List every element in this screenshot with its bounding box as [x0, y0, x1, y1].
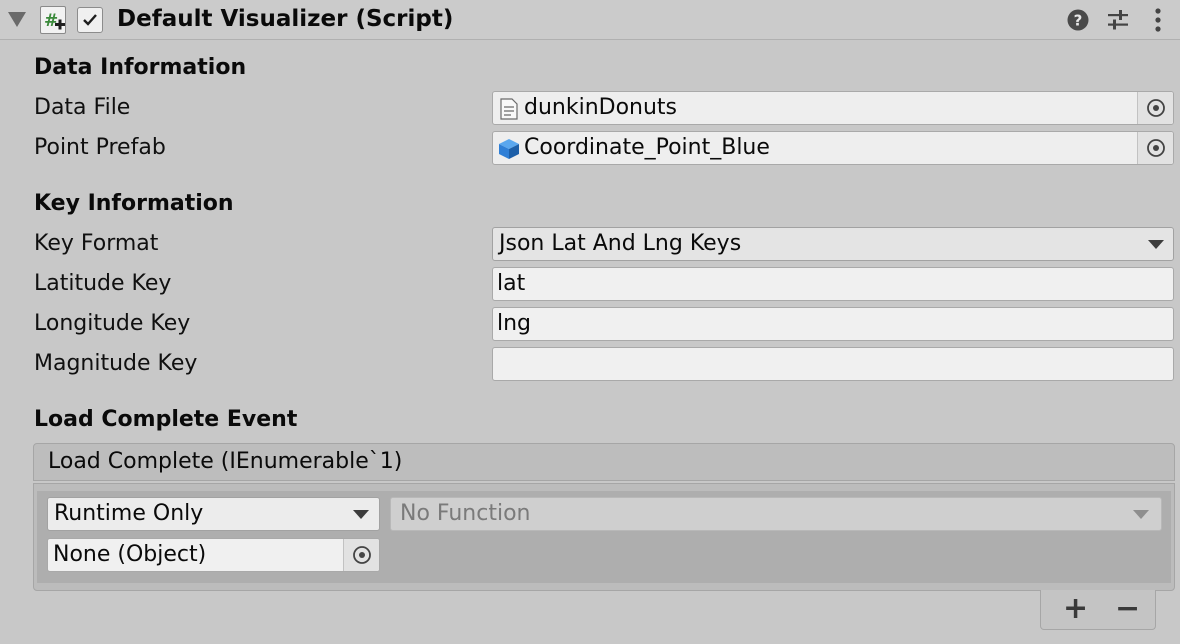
point-prefab-value: Coordinate_Point_Blue	[524, 135, 770, 160]
runtime-mode-value: Runtime Only	[54, 501, 204, 526]
function-dropdown[interactable]: No Function	[390, 497, 1162, 531]
key-format-dropdown[interactable]: Json Lat And Lng Keys	[492, 227, 1174, 261]
component-enabled-checkbox[interactable]	[77, 7, 103, 33]
key-information-heading: Key Information	[34, 191, 234, 216]
component-title: Default Visualizer (Script)	[117, 6, 454, 32]
target-object-field[interactable]: None (Object)	[47, 538, 380, 572]
presets-sliders-icon[interactable]	[1106, 8, 1130, 32]
data-file-label: Data File	[34, 95, 131, 120]
data-file-value: dunkinDonuts	[524, 95, 678, 120]
svg-text:?: ?	[1074, 12, 1083, 30]
foldout-arrow-icon[interactable]	[8, 12, 26, 27]
kebab-menu-icon[interactable]	[1146, 7, 1170, 33]
data-information-heading: Data Information	[34, 55, 247, 80]
longitude-key-label: Longitude Key	[34, 311, 191, 336]
chevron-down-icon	[353, 510, 369, 519]
data-file-field[interactable]: dunkinDonuts	[492, 91, 1174, 125]
add-listener-button[interactable]: +	[1063, 592, 1088, 626]
load-complete-event-heading: Load Complete Event	[34, 407, 298, 432]
longitude-key-input[interactable]: lng	[492, 307, 1174, 341]
target-object-value: None (Object)	[53, 542, 207, 567]
chevron-down-icon	[1148, 240, 1164, 249]
object-picker-icon	[1147, 99, 1165, 117]
data-file-picker-button[interactable]	[1137, 92, 1173, 124]
runtime-mode-dropdown[interactable]: Runtime Only	[47, 497, 380, 531]
longitude-key-value: lng	[497, 311, 532, 336]
point-prefab-label: Point Prefab	[34, 135, 166, 160]
magnitude-key-input[interactable]	[492, 347, 1174, 381]
latitude-key-value: lat	[497, 271, 526, 296]
text-asset-icon	[500, 98, 518, 120]
remove-listener-button[interactable]: −	[1115, 592, 1140, 626]
target-object-picker-button[interactable]	[343, 539, 379, 571]
point-prefab-field[interactable]: Coordinate_Point_Blue	[492, 131, 1174, 165]
object-picker-icon	[353, 546, 371, 564]
latitude-key-label: Latitude Key	[34, 271, 172, 296]
magnitude-key-label: Magnitude Key	[34, 351, 198, 376]
unity-event-title: Load Complete (IEnumerable`1)	[48, 449, 403, 474]
latitude-key-input[interactable]: lat	[492, 267, 1174, 301]
csharp-script-icon: #	[40, 6, 66, 34]
prefab-cube-icon	[499, 139, 519, 159]
key-format-value: Json Lat And Lng Keys	[499, 231, 742, 256]
checkmark-icon	[83, 14, 97, 26]
event-list-footer: + −	[1040, 590, 1156, 630]
unity-event-header: Load Complete (IEnumerable`1)	[33, 443, 1175, 481]
svg-text:#: #	[44, 11, 58, 31]
function-value: No Function	[400, 501, 531, 526]
key-format-label: Key Format	[34, 231, 159, 256]
help-icon[interactable]: ?	[1066, 8, 1090, 32]
point-prefab-picker-button[interactable]	[1137, 132, 1173, 164]
chevron-down-icon	[1133, 510, 1149, 519]
object-picker-icon	[1147, 139, 1165, 157]
